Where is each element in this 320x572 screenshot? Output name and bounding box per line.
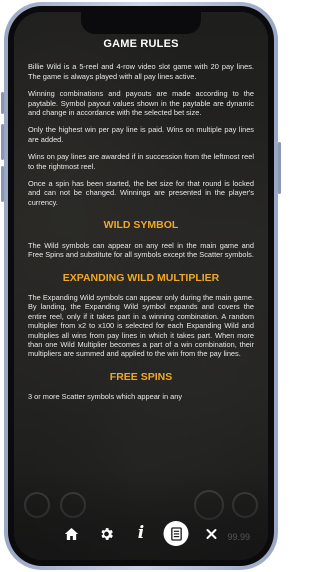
phone-notch [81, 12, 201, 34]
rules-paragraph-3: Only the highest win per pay line is pai… [28, 125, 254, 144]
wild-symbol-heading: WILD SYMBOL [103, 219, 179, 232]
rules-toolbar: i [59, 521, 224, 546]
home-button[interactable] [59, 521, 84, 546]
rules-paragraph-4: Wins on pay lines are awarded if in succ… [28, 152, 254, 171]
phone-volume-up-button [1, 124, 4, 160]
info-icon: i [137, 523, 145, 543]
phone-bezel: GAME RULES Billie Wild is a 5-reel and 4… [8, 6, 274, 566]
settings-button[interactable] [94, 521, 119, 546]
phone-power-button [278, 142, 281, 194]
wild-symbol-text: The Wild symbols can appear on any reel … [28, 240, 254, 260]
game-screen: GAME RULES Billie Wild is a 5-reel and 4… [14, 12, 268, 560]
rules-paragraph-2: Winning combinations and payouts are mad… [28, 89, 254, 118]
phone-frame: GAME RULES Billie Wild is a 5-reel and 4… [1, 2, 281, 570]
rules-paragraph-5: Once a spin has been started, the bet si… [28, 179, 254, 207]
phone-side-button [1, 92, 4, 114]
document-icon [170, 526, 182, 541]
paytable-button[interactable] [163, 521, 189, 546]
info-button[interactable]: i [129, 521, 154, 546]
close-icon [206, 528, 216, 539]
rules-paragraph-1: Billie Wild is a 5-reel and 4-row video … [28, 62, 254, 81]
phone-volume-down-button [1, 166, 4, 202]
home-icon [64, 527, 78, 540]
expanding-wild-heading: EXPANDING WILD MULTIPLIER [62, 271, 220, 284]
free-spins-text: 3 or more Scatter symbols which appear i… [28, 392, 183, 402]
rules-title: GAME RULES [103, 38, 179, 50]
bottom-fade [14, 470, 268, 560]
background-balance: 99.99 [227, 532, 250, 542]
gear-icon [100, 527, 113, 540]
close-button[interactable] [199, 521, 224, 546]
free-spins-heading: FREE SPINS [109, 370, 173, 383]
expanding-wild-text: The Expanding Wild symbols can appear on… [28, 292, 254, 359]
